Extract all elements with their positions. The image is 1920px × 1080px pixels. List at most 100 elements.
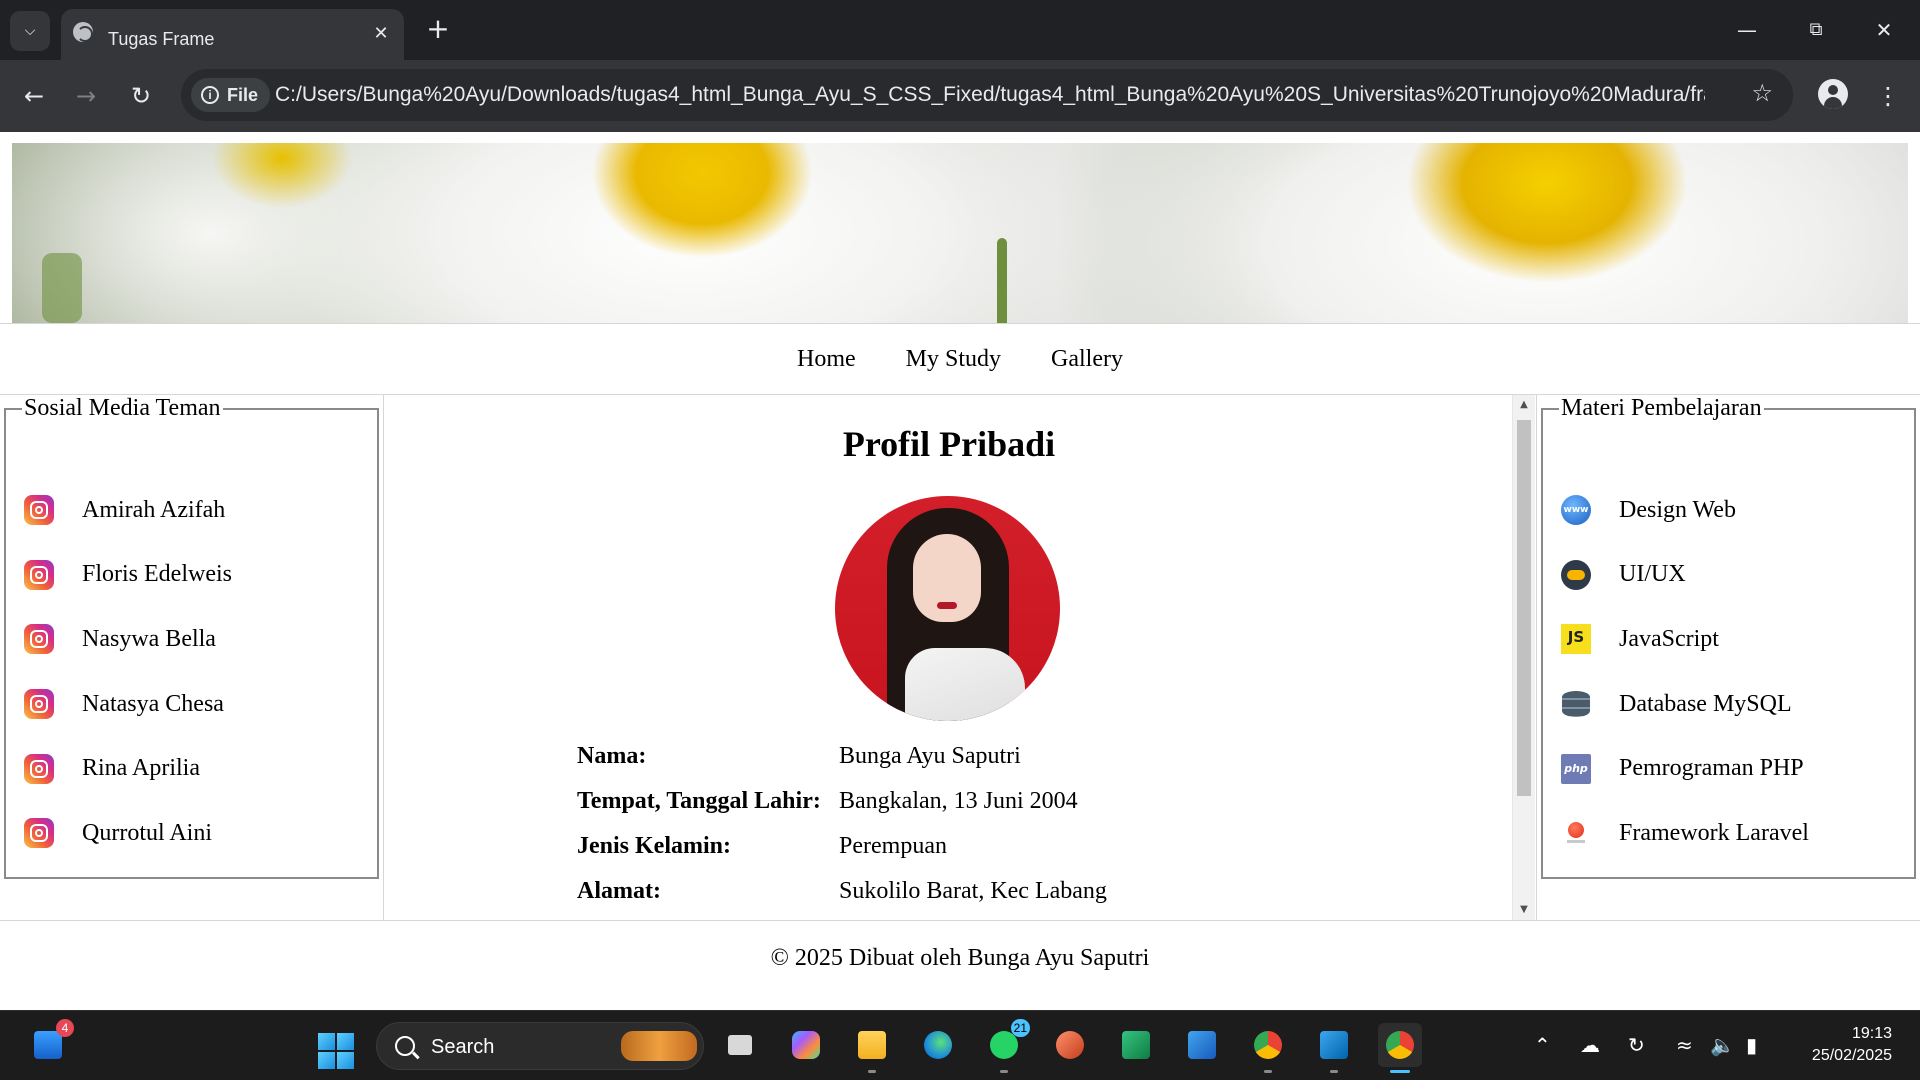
photo-lips <box>937 602 957 609</box>
friend-name[interactable]: Natasya Chesa <box>82 691 224 718</box>
taskbar-search-box[interactable]: Search <box>376 1022 704 1070</box>
excel-icon <box>1122 1031 1150 1059</box>
word-button[interactable] <box>1180 1023 1224 1067</box>
material-name[interactable]: Framework Laravel <box>1619 820 1809 847</box>
right-frame: Materi Pembelajaran www Design Web UI/UX… <box>1536 395 1920 920</box>
taskbar-clock[interactable]: 19:13 25/02/2025 <box>1812 1023 1892 1067</box>
browser-toolbar: ← → ↻ i File C:/Users/Bunga%20Ayu/Downlo… <box>0 60 1920 132</box>
widgets-icon <box>34 1031 62 1059</box>
list-item[interactable]: UI/UX <box>1561 543 1809 608</box>
material-name[interactable]: UI/UX <box>1619 561 1686 588</box>
sync-icon[interactable]: ↻ <box>1628 1033 1645 1057</box>
photo-dress <box>905 648 1025 721</box>
chrome-active-button[interactable] <box>1378 1023 1422 1073</box>
start-button[interactable] <box>318 1033 354 1069</box>
friend-name[interactable]: Amirah Azifah <box>82 497 225 524</box>
chrome-icon <box>1386 1031 1414 1059</box>
main-content-frame: Profil Pribadi Nama: Bunga Ayu Saputri T… <box>385 395 1535 920</box>
running-indicator <box>1000 1070 1008 1073</box>
nav-my-study-link[interactable]: My Study <box>906 346 1001 373</box>
social-media-legend: Sosial Media Teman <box>24 395 221 421</box>
friend-name[interactable]: Floris Edelweis <box>82 561 232 588</box>
list-item[interactable]: JS JavaScript <box>1561 607 1809 672</box>
top-navigation: Home My Study Gallery <box>0 323 1920 395</box>
scrollbar-thumb[interactable] <box>1517 420 1531 796</box>
chevron-up-icon[interactable]: ⌃ <box>1534 1033 1551 1057</box>
friend-name[interactable]: Qurrotul Aini <box>82 820 212 847</box>
list-item[interactable]: Framework Laravel <box>1561 801 1809 866</box>
battery-icon[interactable]: ▮ <box>1746 1033 1757 1057</box>
forward-button[interactable]: → <box>66 76 106 116</box>
instagram-icon <box>24 559 54 590</box>
profile-value: Bunga Ayu Saputri <box>839 743 1021 769</box>
browser-menu-button[interactable]: ⋮ <box>1876 76 1900 116</box>
material-name[interactable]: Design Web <box>1619 497 1736 524</box>
new-tab-button[interactable]: + <box>422 14 454 46</box>
profile-avatar-icon[interactable] <box>1818 79 1848 109</box>
back-button[interactable]: ← <box>14 76 54 116</box>
browser-tab-bar: ⌵ Tugas Frame ✕ + — ⧉ ✕ <box>0 0 1920 60</box>
scroll-up-arrow-icon[interactable]: ▲ <box>1513 395 1535 415</box>
list-item[interactable]: Floris Edelweis <box>24 543 232 608</box>
social-media-fieldset: Sosial Media Teman Amirah Azifah Floris … <box>4 395 379 879</box>
copilot-icon <box>792 1031 820 1059</box>
friend-name[interactable]: Rina Aprilia <box>82 755 200 782</box>
windows-logo-icon <box>318 1052 335 1069</box>
php-icon: php <box>1561 753 1591 784</box>
search-icon <box>395 1036 415 1056</box>
scroll-down-arrow-icon[interactable]: ▼ <box>1513 900 1535 920</box>
chevron-down-icon: ⌵ <box>24 23 36 39</box>
widgets-button[interactable]: 4 <box>26 1019 74 1067</box>
profile-key: Tempat, Tanggal Lahir: <box>577 788 821 814</box>
list-item[interactable]: Amirah Azifah <box>24 478 232 543</box>
nav-home-link[interactable]: Home <box>797 346 856 373</box>
onedrive-cloud-icon[interactable]: ☁ <box>1580 1033 1600 1057</box>
profile-key: Jenis Kelamin: <box>577 833 731 859</box>
material-name[interactable]: Pemrograman PHP <box>1619 755 1804 782</box>
learning-material-fieldset: Materi Pembelajaran www Design Web UI/UX… <box>1541 395 1916 879</box>
minimize-button[interactable]: — <box>1725 12 1769 48</box>
word-icon <box>1188 1031 1216 1059</box>
instagram-icon <box>24 818 54 849</box>
tab-title: Tugas Frame <box>108 29 215 49</box>
task-view-button[interactable] <box>718 1023 762 1067</box>
reload-button[interactable]: ↻ <box>121 76 161 116</box>
copilot-button[interactable] <box>784 1023 828 1067</box>
database-icon <box>1561 689 1591 719</box>
info-icon: i <box>201 86 219 104</box>
material-name[interactable]: JavaScript <box>1619 626 1719 653</box>
list-item[interactable]: Database MySQL <box>1561 672 1809 737</box>
table-row: Nama: Bunga Ayu Saputri <box>577 734 1107 779</box>
powerpoint-button[interactable] <box>1048 1023 1092 1067</box>
list-item[interactable]: Natasya Chesa <box>24 672 232 737</box>
chrome-profile-button[interactable] <box>1246 1023 1290 1073</box>
url-text[interactable]: C:/Users/Bunga%20Ayu/Downloads/tugas4_ht… <box>275 83 1705 107</box>
list-item[interactable]: www Design Web <box>1561 478 1809 543</box>
url-scheme-label: File <box>227 84 259 105</box>
edge-icon <box>924 1031 952 1059</box>
file-explorer-button[interactable] <box>850 1023 894 1073</box>
list-item[interactable]: php Pemrograman PHP <box>1561 736 1809 801</box>
edge-button[interactable] <box>916 1023 960 1067</box>
material-name[interactable]: Database MySQL <box>1619 691 1792 718</box>
excel-button[interactable] <box>1114 1023 1158 1067</box>
bookmark-star-icon[interactable]: ☆ <box>1751 79 1773 107</box>
vscode-button[interactable] <box>1312 1023 1356 1073</box>
window-close-button[interactable]: ✕ <box>1862 12 1906 48</box>
list-item[interactable]: Rina Aprilia <box>24 736 232 801</box>
address-bar[interactable]: i File C:/Users/Bunga%20Ayu/Downloads/tu… <box>181 69 1793 121</box>
list-item[interactable]: Qurrotul Aini <box>24 801 232 866</box>
volume-icon[interactable]: 🔈 <box>1710 1033 1735 1057</box>
restore-button[interactable]: ⧉ <box>1794 12 1838 48</box>
main-frame-scrollbar[interactable]: ▲ ▼ <box>1512 395 1535 920</box>
profile-key: Alamat: <box>577 878 661 904</box>
friend-name[interactable]: Nasywa Bella <box>82 626 216 653</box>
list-item[interactable]: Nasywa Bella <box>24 607 232 672</box>
nav-gallery-link[interactable]: Gallery <box>1051 346 1123 373</box>
wifi-icon[interactable]: ≈ <box>1676 1033 1693 1057</box>
close-tab-icon[interactable]: ✕ <box>370 23 392 45</box>
whatsapp-button[interactable]: 21 <box>982 1019 1030 1073</box>
browser-tab[interactable]: Tugas Frame ✕ <box>61 9 404 60</box>
site-info-button[interactable]: i File <box>191 78 271 112</box>
tab-search-button[interactable]: ⌵ <box>10 11 50 51</box>
